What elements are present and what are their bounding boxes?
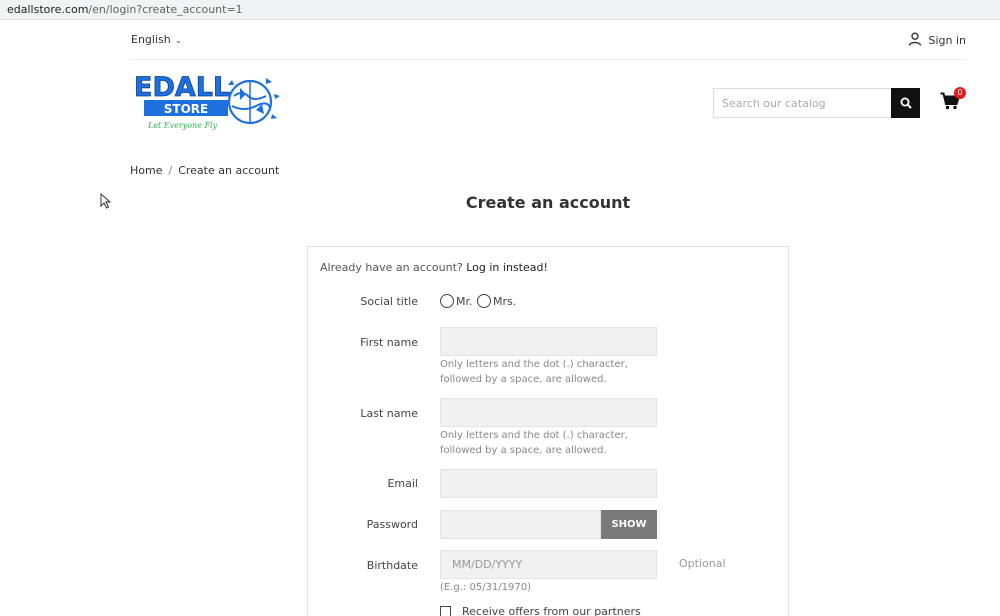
last-name-label: Last name (360, 407, 418, 420)
search-input[interactable] (713, 88, 891, 118)
first-name-field[interactable] (440, 327, 657, 356)
sign-in-label: Sign in (928, 34, 966, 47)
breadcrumb-current: Create an account (178, 164, 280, 177)
chevron-down-icon: ⌄ (174, 36, 183, 46)
search-bar (713, 88, 920, 118)
password-group: SHOW (440, 510, 657, 539)
first-name-label: First name (360, 336, 418, 349)
language-label: English (131, 33, 171, 46)
top-nav: English ⌄ Sign in (130, 32, 966, 60)
radio-circle-icon (477, 294, 491, 308)
birthdate-field[interactable] (440, 550, 657, 579)
login-instead-link[interactable]: Log in instead! (466, 261, 548, 274)
mouse-cursor-icon (100, 193, 112, 209)
partner-offers-checkbox[interactable]: Receive offers from our partners (440, 605, 641, 616)
email-label: Email (387, 477, 418, 490)
create-account-form: Already have an account? Log in instead!… (307, 246, 789, 616)
logo-tagline: Let Everyone Fly (147, 121, 218, 130)
radio-mrs-label: Mrs. (493, 294, 517, 308)
breadcrumb-separator: / (168, 164, 173, 177)
radio-mr[interactable]: Mr. (440, 294, 473, 308)
first-name-hint: Only letters and the dot (.) character, f… (440, 359, 628, 385)
language-selector[interactable]: English ⌄ (131, 33, 182, 46)
search-button[interactable] (891, 88, 920, 118)
last-name-hint: Only letters and the dot (.) character, f… (440, 430, 628, 456)
page-title: Create an account (465, 193, 631, 212)
breadcrumb-home[interactable]: Home (130, 164, 162, 177)
radio-mrs[interactable]: Mrs. (477, 294, 516, 308)
logo-store-text: STORE (164, 102, 208, 116)
url-text[interactable]: edallstore.com/en/login?create_account=1 (7, 3, 243, 16)
password-label: Password (366, 518, 418, 531)
password-field[interactable] (440, 510, 601, 539)
search-icon (900, 97, 912, 109)
sign-in-link[interactable]: Sign in (908, 32, 966, 49)
email-field[interactable] (440, 469, 657, 498)
already-have-account: Already have an account? Log in instead! (320, 261, 548, 274)
breadcrumb: Home / Create an account (130, 164, 279, 177)
browser-url-bar[interactable]: edallstore.com/en/login?create_account=1 (0, 0, 1000, 20)
show-password-button[interactable]: SHOW (601, 510, 657, 539)
birthdate-label: Birthdate (366, 559, 418, 572)
partner-offers-label: Receive offers from our partners (462, 605, 641, 616)
cart-button[interactable]: 0 (940, 87, 966, 114)
last-name-field[interactable] (440, 398, 657, 427)
checkbox-icon (440, 606, 451, 616)
cart-count-badge: 0 (954, 87, 966, 99)
logo-word: EDALL (134, 72, 230, 103)
already-text: Already have an account? (320, 261, 463, 274)
birthdate-optional: Optional (679, 557, 726, 570)
store-logo[interactable]: EDALL STORE Let Everyone Fly (132, 70, 282, 134)
radio-mr-label: Mr. (456, 294, 473, 308)
radio-circle-icon (440, 294, 454, 308)
user-icon (908, 32, 922, 49)
social-title-label: Social title (360, 295, 418, 308)
birthdate-example: (E.g.: 05/31/1970) (440, 582, 532, 593)
